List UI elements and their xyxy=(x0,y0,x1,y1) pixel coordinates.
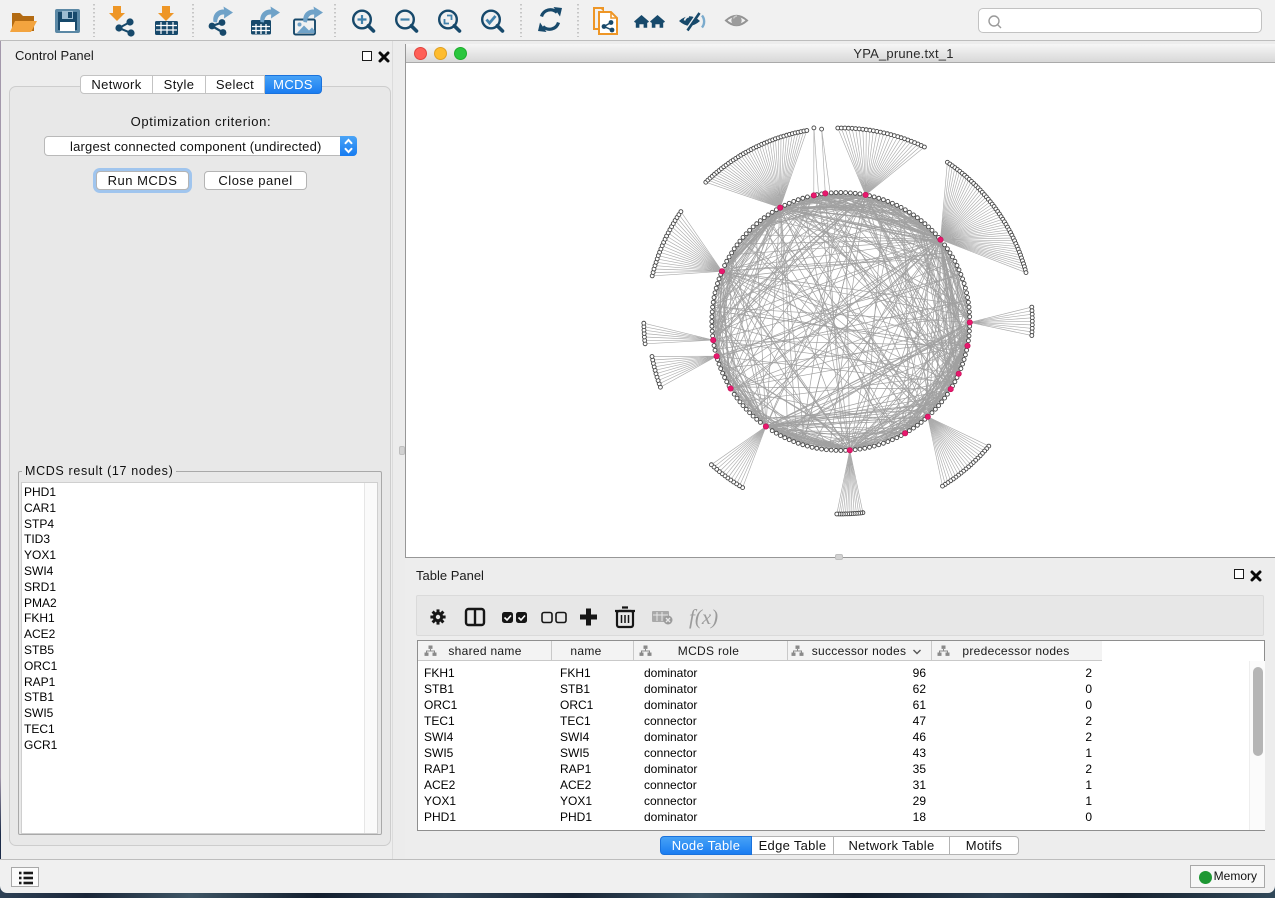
svg-text:f(x): f(x) xyxy=(689,605,718,629)
